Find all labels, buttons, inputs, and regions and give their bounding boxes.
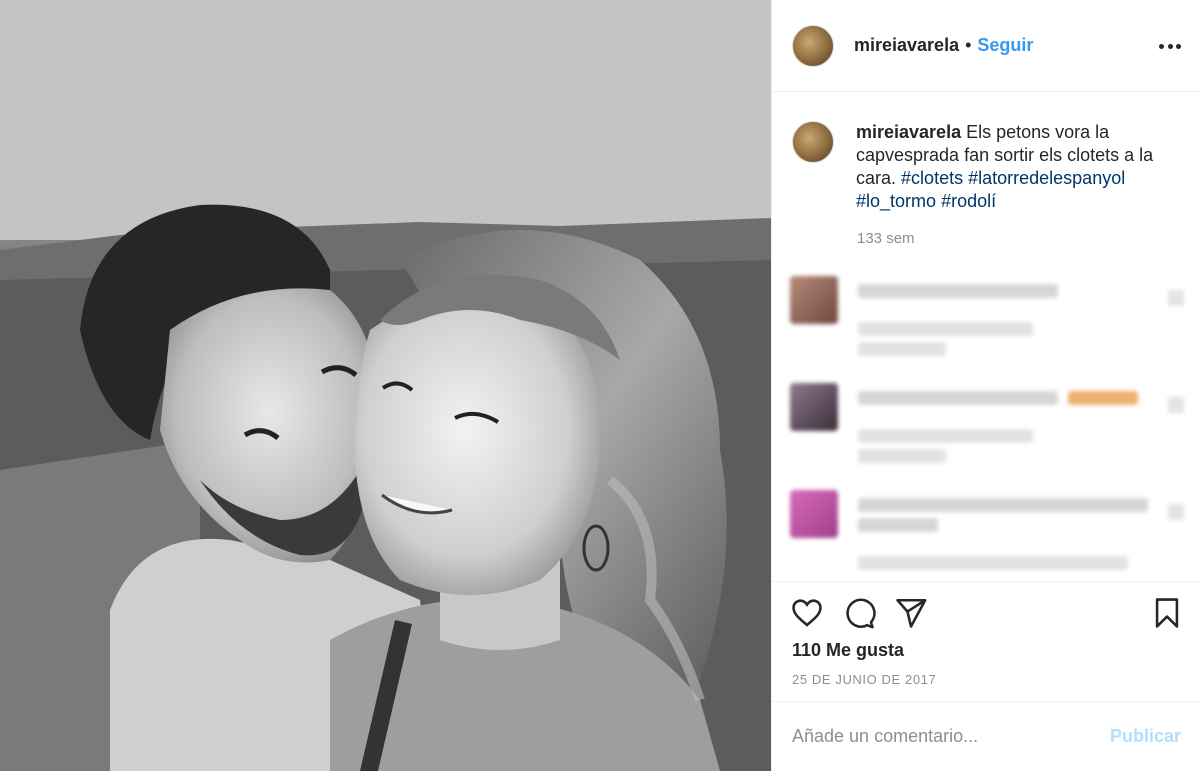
caption-time-ago[interactable]: 133 sem	[857, 230, 915, 247]
blurred-text	[858, 498, 1148, 512]
caption-text: mireiavarela Els petons vora la capvespr…	[856, 121, 1186, 213]
comments-section: mireiavarela Els petons vora la capvespr…	[772, 93, 1200, 581]
blurred-text	[858, 518, 938, 532]
hashtag-link[interactable]: #clotets	[901, 168, 963, 188]
blurred-like-icon	[1168, 290, 1184, 306]
blurred-text	[858, 322, 1033, 336]
post-photo[interactable]	[0, 0, 771, 771]
post-sidebar: mireiavarela • Seguir mireiavarela Els p…	[771, 0, 1200, 771]
blurred-comment	[790, 383, 1190, 473]
blurred-avatar	[790, 276, 838, 324]
blurred-text	[858, 342, 946, 356]
comment-form: Publicar	[772, 701, 1200, 771]
blurred-text	[858, 429, 1033, 443]
photo-illustration	[0, 0, 771, 771]
post-actions: 110 Me gusta 25 DE JUNIO DE 2017	[772, 581, 1200, 701]
paper-plane-icon[interactable]	[894, 596, 928, 630]
caption-username[interactable]: mireiavarela	[856, 122, 961, 142]
post-header: mireiavarela • Seguir	[772, 0, 1200, 92]
follow-button[interactable]: Seguir	[977, 35, 1033, 56]
blurred-text	[858, 391, 1058, 405]
hashtag-link[interactable]: #rodolí	[941, 191, 996, 211]
post-date: 25 DE JUNIO DE 2017	[792, 672, 937, 687]
blurred-avatar	[790, 490, 838, 538]
blurred-comment	[790, 490, 1190, 580]
comment-bubble-icon[interactable]	[842, 596, 876, 630]
likes-count[interactable]: 110 Me gusta	[792, 640, 904, 661]
bookmark-icon[interactable]	[1150, 596, 1184, 630]
blurred-comment	[790, 276, 1190, 366]
hashtag-link[interactable]: #lo_tormo	[856, 191, 936, 211]
blurred-text	[858, 284, 1058, 298]
author-username[interactable]: mireiavarela	[854, 35, 959, 56]
post-caption: mireiavarela Els petons vora la capvespr…	[792, 121, 1192, 213]
blurred-like-icon	[1168, 504, 1184, 520]
blurred-text	[858, 449, 946, 463]
comment-input[interactable]	[792, 726, 1100, 747]
publish-button[interactable]: Publicar	[1110, 726, 1181, 747]
author-avatar[interactable]	[792, 24, 834, 67]
blurred-like-icon	[1168, 397, 1184, 413]
blurred-avatar	[790, 383, 838, 431]
hashtag-link[interactable]: #latorredelespanyol	[968, 168, 1125, 188]
heart-icon[interactable]	[790, 596, 824, 630]
caption-author-avatar[interactable]	[792, 121, 834, 163]
more-options-icon[interactable]	[1159, 36, 1181, 56]
header-separator: •	[965, 35, 972, 55]
blurred-text	[858, 556, 1128, 570]
blurred-emoji	[1068, 391, 1138, 405]
